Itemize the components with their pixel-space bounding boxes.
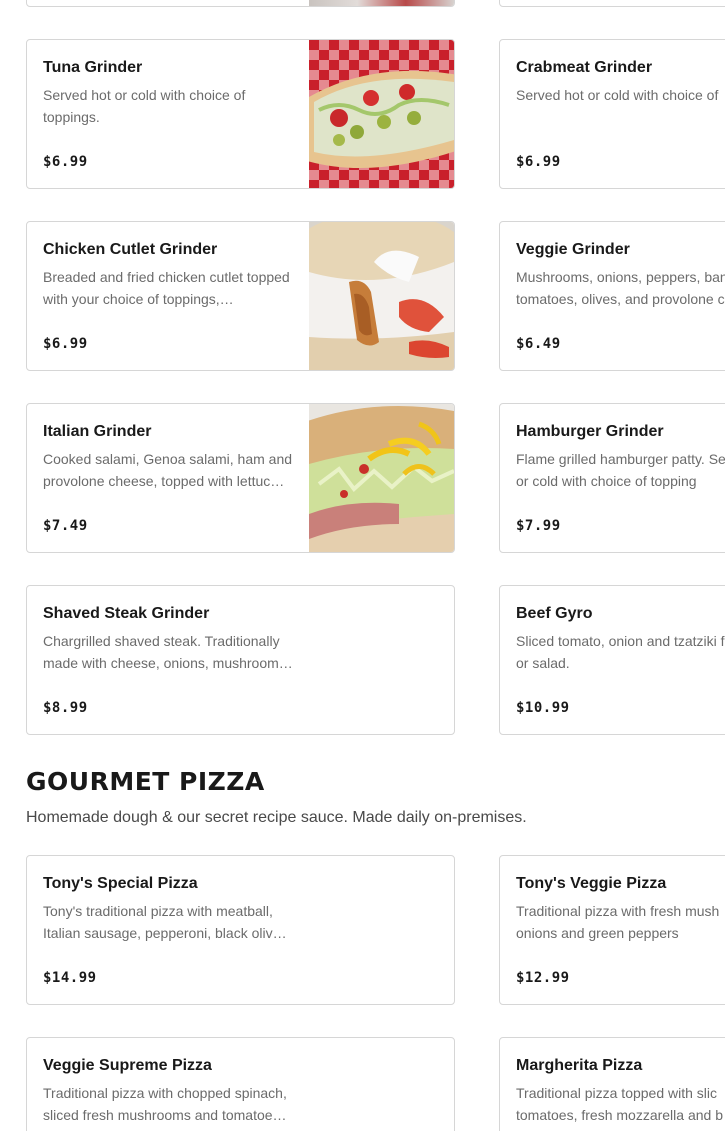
item-name: Veggie Grinder — [516, 241, 630, 258]
item-description: Traditional pizza topped with slic tomat… — [516, 1085, 723, 1123]
italian-grinder-photo — [309, 404, 454, 552]
item-name: Margherita Pizza — [516, 1057, 643, 1074]
item-description: Traditional pizza with chopped spinach, … — [43, 1085, 287, 1123]
menu-item-card[interactable]: Shaved Steak Grinder Chargrilled shaved … — [26, 585, 455, 735]
menu-item-card[interactable]: Tony's Veggie Pizza Traditional pizza wi… — [499, 855, 725, 1005]
food-photo — [309, 0, 454, 6]
menu-item-card[interactable]: Veggie Supreme Pizza Traditional pizza w… — [26, 1037, 455, 1131]
item-description: Chargrilled shaved steak. Traditionally … — [43, 633, 293, 671]
item-price: $6.99 — [43, 154, 88, 170]
item-name: Tuna Grinder — [43, 59, 143, 76]
item-description: Served hot or cold with choice of — [516, 87, 719, 103]
item-name: Shaved Steak Grinder — [43, 605, 210, 622]
item-price: $7.99 — [516, 518, 561, 534]
item-description: Cooked salami, Genoa salami, ham and pro… — [43, 451, 293, 489]
item-name: Tony's Veggie Pizza — [516, 875, 667, 892]
item-price: $7.49 — [43, 518, 88, 534]
item-description: Tony's traditional pizza with meatball, … — [43, 903, 287, 941]
menu-item-card[interactable]: Italian Grinder Cooked salami, Genoa sal… — [26, 403, 455, 553]
tuna-grinder-photo — [309, 40, 454, 188]
menu-item-card[interactable]: Tony's Special Pizza Tony's traditional … — [26, 855, 455, 1005]
menu-item-card[interactable]: Veggie Grinder Mushrooms, onions, pepper… — [499, 221, 725, 371]
item-description: Flame grilled hamburger patty. Se hot or… — [516, 451, 725, 489]
item-price: $8.99 — [43, 700, 88, 716]
item-price: $14.99 — [43, 970, 97, 986]
chicken-cutlet-grinder-photo — [309, 222, 454, 370]
item-price: $6.99 — [43, 336, 88, 352]
item-name: Chicken Cutlet Grinder — [43, 241, 218, 258]
item-price: $6.99 — [516, 154, 561, 170]
section-title: GOURMET PIZZA — [26, 767, 265, 796]
section-subtitle: Homemade dough & our secret recipe sauce… — [26, 809, 527, 826]
menu-item-card[interactable]: Tuna Grinder Served hot or cold with cho… — [26, 39, 455, 189]
menu-page: Tuna Grinder Served hot or cold with cho… — [0, 0, 725, 1131]
menu-item-card[interactable]: Crabmeat Grinder Served hot or cold with… — [499, 39, 725, 189]
item-name: Tony's Special Pizza — [43, 875, 198, 892]
item-price: $6.49 — [516, 336, 561, 352]
item-description: Traditional pizza with fresh mush onions… — [516, 903, 720, 941]
item-description: Sliced tomato, onion and tzatziki fries … — [516, 633, 725, 671]
menu-item-card[interactable]: Beef Gyro Sliced tomato, onion and tzatz… — [499, 585, 725, 735]
item-price: $10.99 — [516, 700, 570, 716]
item-name: Italian Grinder — [43, 423, 152, 440]
item-description: Breaded and fried chicken cutlet topped … — [43, 269, 290, 307]
menu-item-card[interactable]: Chicken Cutlet Grinder Breaded and fried… — [26, 221, 455, 371]
item-description: Mushrooms, onions, peppers, ban tomatoes… — [516, 269, 725, 307]
menu-item-card[interactable]: Hamburger Grinder Flame grilled hamburge… — [499, 403, 725, 553]
item-name: Veggie Supreme Pizza — [43, 1057, 212, 1074]
item-name: Hamburger Grinder — [516, 423, 664, 440]
item-price: $12.99 — [516, 970, 570, 986]
menu-item-card-partial[interactable] — [499, 0, 725, 7]
item-name: Crabmeat Grinder — [516, 59, 653, 76]
menu-item-card[interactable]: Margherita Pizza Traditional pizza toppe… — [499, 1037, 725, 1131]
item-description: Served hot or cold with choice of toppin… — [43, 87, 246, 125]
menu-item-card-partial[interactable] — [26, 0, 455, 7]
item-name: Beef Gyro — [516, 605, 593, 622]
